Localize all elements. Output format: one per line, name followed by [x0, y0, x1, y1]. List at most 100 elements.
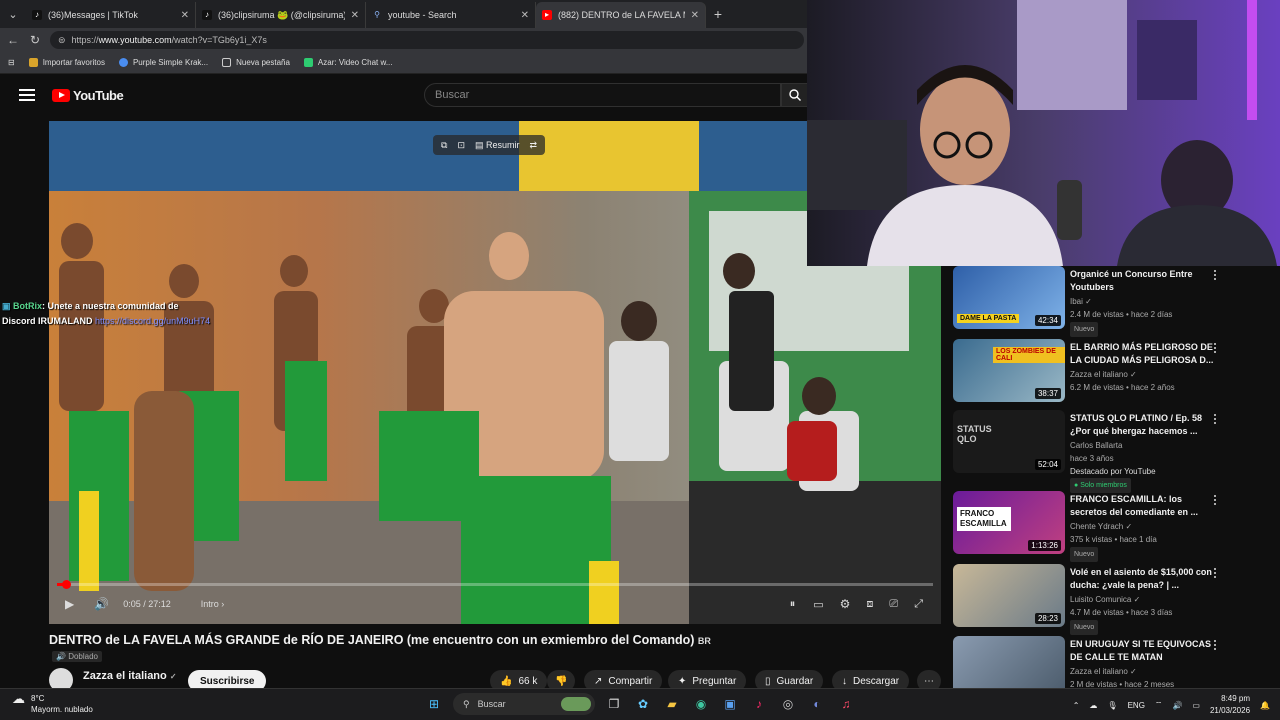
channel-name[interactable]: Carlos Ballarta	[1070, 439, 1230, 452]
channel-name[interactable]: Ibai ✓	[1070, 295, 1230, 308]
tab-youtube-video[interactable]: ▸ (882) DENTRO de LA FAVELA MÁS ✕	[536, 2, 706, 28]
windows-store-icon[interactable]: ▣	[720, 694, 740, 714]
channel-name-link[interactable]: Zazza el italiano ✓	[83, 670, 177, 682]
settings-icon[interactable]: ⚙	[840, 597, 851, 611]
wifi-icon[interactable]: ⌔	[1155, 700, 1163, 710]
tab-youtube-search[interactable]: ⚲ youtube - Search ✕	[366, 2, 536, 28]
reload-icon[interactable]: ↻	[28, 33, 42, 47]
clock[interactable]: 8:49 pm 21/03/2026	[1210, 693, 1250, 717]
video-title[interactable]: FRANCO ESCAMILLA: los secretos del comed…	[1070, 493, 1216, 519]
youtube-logo[interactable]: YouTube	[52, 88, 124, 103]
close-icon[interactable]: ✕	[351, 10, 359, 21]
screenshot-icon[interactable]: ⊡	[457, 140, 465, 151]
fullscreen-icon[interactable]: ⤢	[914, 598, 923, 611]
video-thumbnail[interactable]: STATUS QLO 52:04	[953, 410, 1065, 473]
chapter-button[interactable]: Intro ›	[201, 599, 225, 609]
copilot-icon[interactable]: ✿	[633, 694, 653, 714]
chrome-icon[interactable]: ◎	[778, 694, 798, 714]
address-bar[interactable]: ⊜ https://www.youtube.com/watch?v=TGb6y1…	[50, 31, 804, 49]
video-thumbnail[interactable]	[953, 636, 1065, 688]
taskbar-search[interactable]: ⚲ Buscar	[453, 693, 595, 715]
folder-icon	[28, 58, 38, 67]
play-icon[interactable]: ▶	[65, 597, 74, 611]
tab-label: (36)clipsiruma 🐸 (@clipsiruma) |	[218, 9, 345, 20]
close-icon[interactable]: ✕	[181, 10, 189, 21]
tab-tiktok-clipsiruma[interactable]: ♪ (36)clipsiruma 🐸 (@clipsiruma) | ✕	[196, 2, 366, 28]
chat-user: BotRix	[13, 301, 43, 311]
thumb-text: DAME LA PASTA	[957, 314, 1020, 323]
back-icon[interactable]: ←	[6, 33, 20, 47]
battery-icon[interactable]: ▭	[1192, 701, 1200, 710]
video-thumbnail[interactable]: FRANCO ESCAMILLA 1:13:26	[953, 491, 1065, 554]
channel-name[interactable]: Zazza el italiano ✓	[1070, 368, 1230, 381]
thumb-text: FRANCO ESCAMILLA	[957, 507, 1011, 531]
menu-icon[interactable]	[19, 89, 35, 101]
video-title[interactable]: STATUS QLO PLATINO / Ep. 58 ¿Por qué bhe…	[1070, 412, 1216, 438]
search-button[interactable]	[781, 83, 808, 107]
more-options-icon[interactable]	[1214, 495, 1218, 505]
more-options-icon[interactable]	[1214, 270, 1218, 280]
recommendation-item[interactable]: FRANCO ESCAMILLA 1:13:26 FRANCO ESCAMILL…	[953, 491, 1253, 562]
picture-in-picture-icon[interactable]: ⧉	[441, 140, 447, 151]
subtitles-icon[interactable]: ▭	[813, 598, 823, 611]
weather-widget[interactable]: ☁ 8°C Mayorm. nublado	[12, 692, 93, 715]
chevron-up-icon[interactable]: ⌃	[1073, 701, 1080, 710]
search-input[interactable]: Buscar	[424, 83, 781, 107]
channel-name[interactable]: Chente Ydrach ✓	[1070, 520, 1230, 533]
autoplay-toggle-icon[interactable]: ⏸	[790, 598, 796, 611]
close-icon[interactable]: ✕	[691, 10, 699, 21]
cloud-icon[interactable]: ☁	[1089, 701, 1097, 710]
summary-button[interactable]: ▤ Resumir	[475, 140, 520, 151]
recommendation-item[interactable]: LOS ZOMBIES DE CALI 38:37 EL BARRIO MÁS …	[953, 339, 1253, 405]
video-title[interactable]: EL BARRIO MÁS PELIGROSO DE LA CIUDAD MÁS…	[1070, 341, 1216, 367]
speaker-icon[interactable]: 🔊	[1172, 701, 1182, 710]
bookmark-azar[interactable]: Azar: Video Chat w...	[303, 58, 392, 67]
featured-label: Destacado por YouTube	[1070, 467, 1156, 476]
video-thumbnail[interactable]: DAME LA PASTA 42:34	[953, 266, 1065, 329]
file-explorer-icon[interactable]: ▰	[662, 694, 682, 714]
language-indicator[interactable]: ENG	[1128, 701, 1145, 710]
search-icon: ⚲	[463, 698, 470, 709]
site-info-icon[interactable]: ⊜	[58, 35, 66, 46]
miniplayer-icon[interactable]: ⧈	[866, 598, 873, 611]
more-options-icon[interactable]	[1214, 640, 1218, 650]
new-badge: Nuevo	[1070, 620, 1099, 635]
close-icon[interactable]: ✕	[521, 10, 529, 21]
channel-name[interactable]: Zazza el italiano ✓	[1070, 665, 1230, 678]
reading-list-icon[interactable]: ⊟	[8, 58, 15, 67]
more-options-icon[interactable]	[1214, 568, 1218, 578]
start-icon[interactable]: ⊞	[424, 694, 444, 714]
recommendation-item[interactable]: EN URUGUAY SI TE EQUIVOCAS DE CALLE TE M…	[953, 636, 1253, 688]
chat-link[interactable]: https://discord.gg/unM9uH74	[95, 316, 210, 326]
more-options-icon[interactable]	[1214, 414, 1218, 424]
translate-icon[interactable]: ⇄	[530, 140, 538, 151]
recommendation-item[interactable]: STATUS QLO 52:04 STATUS QLO PLATINO / Ep…	[953, 410, 1253, 493]
bookmark-purple[interactable]: Purple Simple Krak...	[118, 58, 208, 67]
recommendation-item[interactable]: DAME LA PASTA 42:34 Organicé un Concurso…	[953, 266, 1253, 337]
tab-search-menu-icon[interactable]: ⌄	[0, 0, 26, 28]
discord-icon[interactable]: ◐	[807, 694, 827, 714]
video-thumbnail[interactable]: 28:23	[953, 564, 1065, 627]
video-thumbnail[interactable]: LOS ZOMBIES DE CALI 38:37	[953, 339, 1065, 402]
task-view-icon[interactable]: ❐	[604, 694, 624, 714]
new-tab-button[interactable]: +	[706, 6, 730, 22]
edge-icon[interactable]: ◉	[691, 694, 711, 714]
volume-icon[interactable]: 🔊	[94, 597, 109, 611]
cast-icon[interactable]: ⎚	[889, 598, 898, 611]
channel-name[interactable]: Luisito Comunica ✓	[1070, 593, 1230, 606]
more-options-icon[interactable]	[1214, 343, 1218, 353]
verified-icon: ✓	[1130, 370, 1137, 379]
video-title[interactable]: Volé en el asiento de $15,000 con ducha:…	[1070, 566, 1216, 592]
microphone-icon[interactable]: 🎙	[1107, 701, 1117, 710]
video-duration: 42:34	[1034, 315, 1061, 326]
video-title[interactable]: EN URUGUAY SI TE EQUIVOCAS DE CALLE TE M…	[1070, 638, 1216, 664]
recommendation-item[interactable]: 28:23 Volé en el asiento de $15,000 con …	[953, 564, 1253, 635]
bookmark-import[interactable]: Importar favoritos	[28, 58, 105, 67]
notification-icon[interactable]: 🔔	[1260, 701, 1270, 710]
tab-tiktok-messages[interactable]: ♪ (36)Messages | TikTok ✕	[26, 2, 196, 28]
bookmark-new-tab[interactable]: Nueva pestaña	[222, 58, 290, 67]
music-app-icon[interactable]: ♫	[836, 694, 856, 714]
tiktok-app-icon[interactable]: ♪	[749, 694, 769, 714]
video-title[interactable]: Organicé un Concurso Entre Youtubers	[1070, 268, 1216, 294]
dubbed-badge: 🔊 Doblado	[52, 651, 103, 662]
